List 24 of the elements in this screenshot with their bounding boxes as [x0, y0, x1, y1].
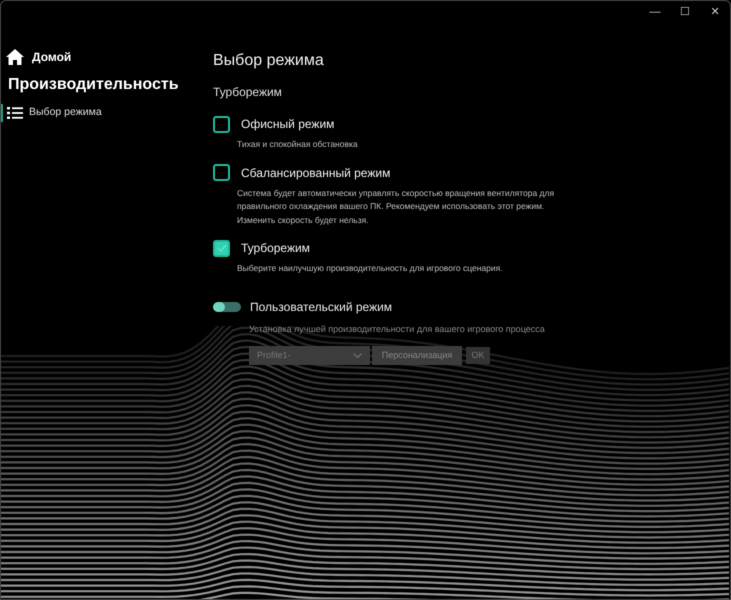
close-button[interactable]: ✕: [700, 1, 730, 23]
list-icon: [7, 107, 23, 119]
current-mode-label: Турборежим: [213, 84, 283, 101]
chevron-down-icon: [353, 353, 362, 358]
checkbox[interactable]: [213, 164, 230, 181]
home-icon: [6, 49, 24, 65]
mode-label: Турборежим: [241, 240, 310, 257]
page-title: Выбор режима: [213, 51, 325, 71]
mode-label: Офисный режим: [241, 116, 334, 133]
sidebar-item[interactable]: Выбор режима: [1, 104, 201, 122]
mode-description: Система будет автоматически управлять скоростью вращения вентилятора для правильного охлаждения вашего ПК. Рекомендуем использовать этот режим. Изменить скорость будет нельзя.: [237, 186, 556, 227]
mode-label: Сбалансированный режим: [241, 164, 390, 182]
custom-mode-label: Пользовательский режим: [250, 298, 392, 316]
checkmark-icon: [216, 244, 226, 252]
custom-mode-description: Установка лучшей производительности для вашего игрового процесса: [249, 322, 546, 336]
maximize-button[interactable]: ☐: [670, 1, 700, 23]
minimize-button[interactable]: —: [640, 1, 670, 23]
checkbox[interactable]: [213, 240, 230, 256]
mode-description: Тихая и спокойная обстановка: [237, 138, 359, 151]
toggle-switch[interactable]: [213, 302, 241, 312]
home-link[interactable]: Домой: [6, 47, 201, 67]
mode-description: Выберите наилучшую производительность для игрового сценария.: [237, 262, 504, 275]
section-title: Производительность: [8, 75, 180, 95]
checkbox[interactable]: [213, 116, 230, 132]
